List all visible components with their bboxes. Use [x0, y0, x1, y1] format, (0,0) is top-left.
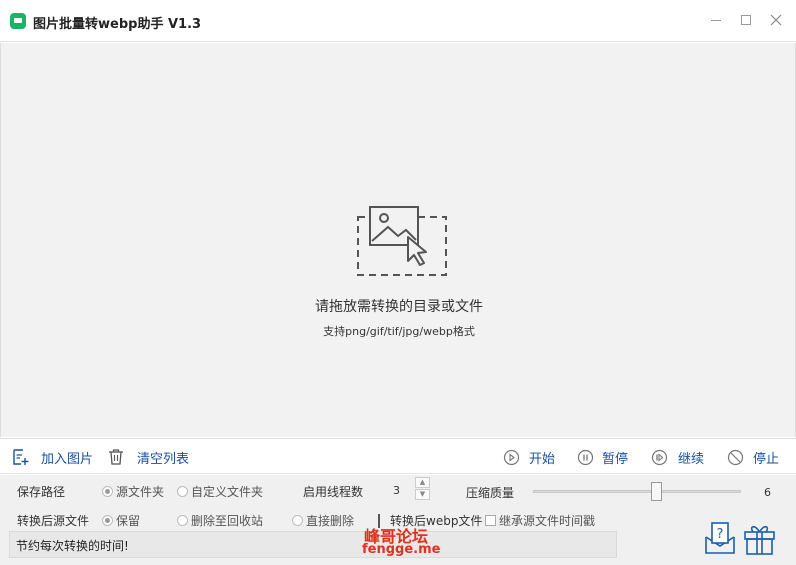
clear-list-button[interactable]: 清空列表: [107, 448, 190, 467]
checkbox-label: 继承源文件时间戳: [499, 514, 596, 528]
resume-label: 继续: [678, 451, 705, 467]
threads-label: 启用线程数: [303, 485, 364, 499]
save-path-source-radio[interactable]: 源文件夹: [102, 483, 164, 500]
save-path-label: 保存路径: [17, 485, 66, 499]
action-toolbar: 加入图片 清空列表 开始 暂停 继续 停止: [0, 438, 796, 474]
radio-label: 源文件夹: [116, 485, 165, 499]
trash-icon: [107, 448, 125, 466]
radio-label: 直接删除: [306, 514, 355, 528]
gift-icon[interactable]: [743, 522, 776, 559]
after-convert-keep-radio[interactable]: 保留: [102, 512, 140, 529]
radio-dot: [102, 486, 113, 497]
inherit-timestamp-checkbox[interactable]: 继承源文件时间戳: [485, 512, 595, 529]
stop-icon: [726, 448, 744, 466]
threads-stepper[interactable]: ▲ ▼: [415, 477, 430, 501]
quality-label: 压缩质量: [466, 486, 515, 500]
start-button[interactable]: 开始: [502, 448, 556, 467]
stop-button[interactable]: 停止: [726, 448, 780, 467]
radio-label: 删除至回收站: [191, 514, 264, 528]
drop-instruction: 请拖放需转换的目录或文件: [315, 299, 483, 315]
after-convert-recycle-radio[interactable]: 删除至回收站: [177, 512, 263, 529]
quality-value: 6: [764, 486, 771, 499]
radio-label: 自定义文件夹: [191, 485, 264, 499]
pause-label: 暂停: [602, 451, 629, 467]
quality-slider[interactable]: [533, 490, 741, 493]
radio-dot: [177, 486, 188, 497]
threads-value[interactable]: 3: [393, 484, 400, 497]
quality-slider-thumb[interactable]: [651, 482, 662, 501]
maximize-icon[interactable]: [734, 10, 758, 32]
stop-label: 停止: [753, 451, 780, 467]
stepper-down-icon[interactable]: ▼: [415, 489, 430, 500]
after-convert-label: 转换后源文件: [17, 514, 90, 528]
resume-button[interactable]: 继续: [650, 448, 705, 467]
pause-button[interactable]: 暂停: [576, 448, 629, 467]
settings-panel: 保存路径 源文件夹 自定义文件夹 启用线程数 3 ▲ ▼ 压缩质量 6 转换后源…: [0, 475, 796, 565]
radio-dot: [177, 515, 188, 526]
pause-icon: [576, 448, 594, 466]
save-path-custom-radio[interactable]: 自定义文件夹: [177, 483, 263, 500]
checkbox-box: [485, 515, 496, 526]
play-icon: [502, 448, 520, 466]
radio-label: 保留: [116, 514, 141, 528]
supported-formats: 支持png/gif/tif/jpg/webp格式: [323, 325, 475, 338]
title-bar: 图片批量转webp助手 V1.3: [0, 0, 796, 42]
close-icon[interactable]: [764, 10, 788, 32]
add-images-label: 加入图片: [41, 451, 94, 467]
image-drop-icon: [354, 203, 450, 283]
radio-dot: [292, 515, 303, 526]
status-bar: 节约每次转换的时间!: [9, 531, 617, 558]
watermark-url: fengge.me: [362, 542, 441, 557]
minimize-icon[interactable]: [704, 10, 728, 32]
clear-list-label: 清空列表: [137, 451, 190, 467]
svg-text:?: ?: [717, 527, 724, 542]
add-images-button[interactable]: 加入图片: [12, 448, 94, 467]
start-label: 开始: [529, 451, 556, 467]
window-title: 图片批量转webp助手 V1.3: [33, 17, 202, 32]
resume-icon: [650, 448, 668, 466]
status-text: 节约每次转换的时间!: [16, 539, 129, 553]
file-drop-zone[interactable]: 请拖放需转换的目录或文件 支持png/gif/tif/jpg/webp格式: [0, 43, 796, 437]
stepper-up-icon[interactable]: ▲: [415, 477, 430, 488]
app-logo-icon: [10, 13, 26, 29]
after-convert-delete-radio[interactable]: 直接删除: [292, 512, 354, 529]
radio-dot: [102, 515, 113, 526]
help-icon[interactable]: ?: [704, 521, 736, 559]
add-image-icon: [12, 448, 30, 466]
